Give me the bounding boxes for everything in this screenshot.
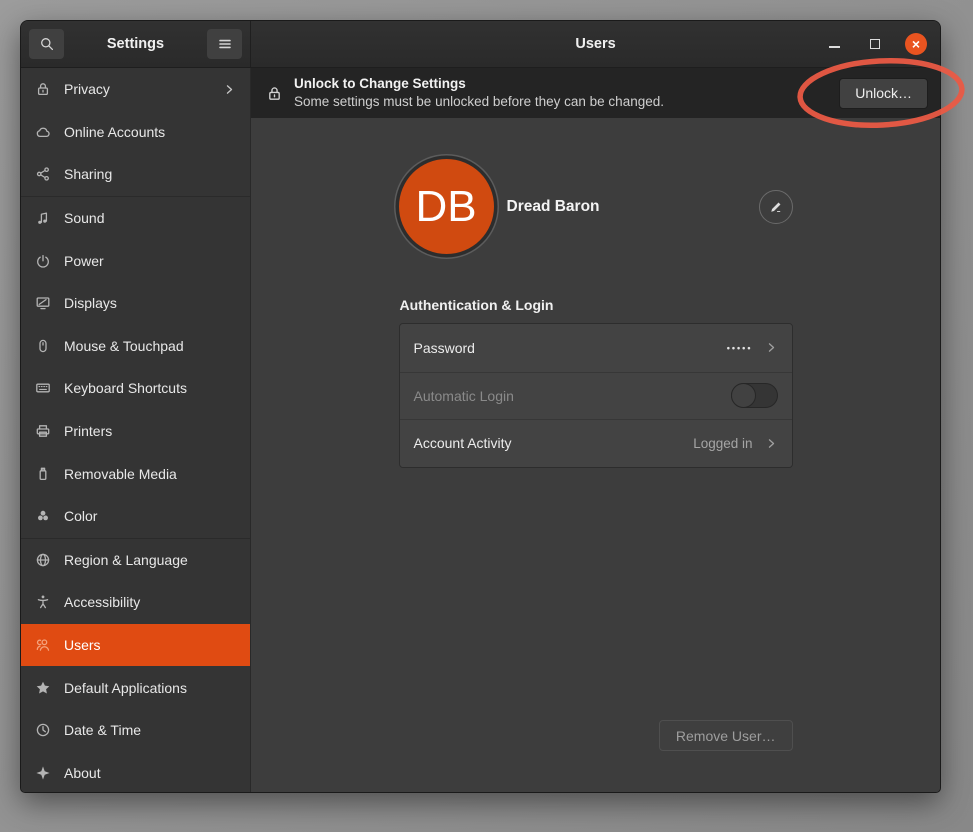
cloud-icon — [35, 124, 51, 140]
sidebar-item-label: Online Accounts — [64, 124, 236, 140]
window-controls: × — [823, 21, 927, 67]
sidebar-item-label: About — [64, 765, 236, 781]
section-heading: Authentication & Login — [400, 297, 793, 313]
main-header: Users × — [251, 21, 940, 67]
sidebar-item-label: Mouse & Touchpad — [64, 338, 236, 354]
sidebar: Privacy Online Accounts Sharing Sound Power D… — [21, 68, 251, 792]
chevron-right-icon — [765, 437, 778, 450]
app-title: Settings — [64, 36, 207, 52]
sidebar-item-removable-media[interactable]: Removable Media — [21, 452, 250, 495]
sidebar-item-accessibility[interactable]: Accessibility — [21, 581, 250, 624]
chevron-right-icon — [765, 341, 778, 354]
avatar-initials: DB — [415, 182, 476, 232]
sparkle-icon — [35, 765, 51, 781]
maximize-icon — [870, 39, 880, 49]
minimize-icon — [829, 46, 840, 48]
sidebar-item-date-time[interactable]: Date & Time — [21, 709, 250, 752]
minimize-button[interactable] — [823, 33, 845, 55]
titlebar: Settings Users × — [21, 21, 940, 68]
automatic-login-row[interactable]: Automatic Login — [400, 372, 792, 420]
row-label: Automatic Login — [414, 388, 731, 404]
sidebar-item-label: Displays — [64, 295, 236, 311]
banner-title: Unlock to Change Settings — [294, 75, 664, 93]
lock-icon — [35, 81, 51, 97]
row-value: ••••• — [727, 343, 753, 353]
user-page: DB Dread Baron Authentication & Login Pa… — [399, 118, 793, 792]
search-icon — [39, 36, 55, 52]
sidebar-item-privacy[interactable]: Privacy — [21, 68, 250, 111]
sidebar-item-sound[interactable]: Sound — [21, 197, 250, 240]
user-card: DB Dread Baron — [399, 159, 793, 254]
sidebar-item-label: Privacy — [64, 81, 210, 97]
menu-button[interactable] — [207, 29, 242, 59]
sidebar-item-default-applications[interactable]: Default Applications — [21, 666, 250, 709]
sidebar-item-label: Users — [64, 637, 236, 653]
lock-icon — [266, 85, 283, 102]
row-label: Password — [414, 340, 727, 356]
unlock-button[interactable]: Unlock… — [839, 78, 928, 109]
sidebar-item-color[interactable]: Color — [21, 495, 250, 538]
banner-subtitle: Some settings must be unlocked before th… — [294, 93, 664, 111]
sidebar-item-label: Default Applications — [64, 680, 236, 696]
account-activity-row[interactable]: Account ActivityLogged in — [400, 419, 792, 467]
sidebar-header: Settings — [21, 21, 251, 67]
sidebar-item-displays[interactable]: Displays — [21, 282, 250, 325]
sidebar-item-label: Sound — [64, 210, 236, 226]
users-panel: Unlock to Change Settings Some settings … — [251, 68, 940, 792]
display-icon — [35, 295, 51, 311]
star-icon — [35, 680, 51, 696]
sidebar-item-label: Printers — [64, 423, 236, 439]
usb-icon — [35, 466, 51, 482]
sidebar-item-label: Sharing — [64, 166, 236, 182]
unlock-banner: Unlock to Change Settings Some settings … — [251, 68, 940, 118]
sidebar-item-mouse-touchpad[interactable]: Mouse & Touchpad — [21, 325, 250, 368]
sidebar-item-online-accounts[interactable]: Online Accounts — [21, 111, 250, 154]
keyboard-icon — [35, 380, 51, 396]
sidebar-item-label: Power — [64, 253, 236, 269]
globe-icon — [35, 552, 51, 568]
sidebar-item-label: Keyboard Shortcuts — [64, 380, 236, 396]
chevron-right-icon — [223, 83, 236, 96]
row-value: Logged in — [693, 436, 752, 451]
sidebar-item-label: Date & Time — [64, 722, 236, 738]
clock-icon — [35, 722, 51, 738]
close-button[interactable]: × — [905, 33, 927, 55]
auth-listbox: Password••••• Automatic Login Account Acti… — [399, 323, 793, 468]
sidebar-item-label: Accessibility — [64, 594, 236, 610]
sidebar-item-label: Color — [64, 508, 236, 524]
close-icon: × — [912, 37, 920, 51]
sidebar-item-label: Removable Media — [64, 466, 236, 482]
remove-user-button[interactable]: Remove User… — [659, 720, 793, 751]
sidebar-item-sharing[interactable]: Sharing — [21, 153, 250, 196]
toggle-knob — [731, 383, 756, 408]
settings-window: Settings Users × Privacy Online Accounts S… — [20, 20, 941, 793]
automatic-login-toggle[interactable] — [731, 383, 778, 408]
password-row[interactable]: Password••••• — [400, 324, 792, 372]
mouse-icon — [35, 338, 51, 354]
pencil-icon — [769, 200, 783, 214]
page-title: Users — [575, 36, 615, 52]
avatar[interactable]: DB — [399, 159, 494, 254]
sidebar-item-label: Region & Language — [64, 552, 236, 568]
sidebar-item-about[interactable]: About — [21, 752, 250, 793]
sidebar-item-power[interactable]: Power — [21, 239, 250, 282]
accessibility-icon — [35, 594, 51, 610]
users-icon — [35, 637, 51, 653]
sidebar-item-keyboard-shortcuts[interactable]: Keyboard Shortcuts — [21, 367, 250, 410]
printer-icon — [35, 423, 51, 439]
sidebar-item-printers[interactable]: Printers — [21, 410, 250, 453]
sidebar-item-region-language[interactable]: Region & Language — [21, 539, 250, 582]
edit-name-button[interactable] — [759, 190, 793, 224]
sidebar-item-users[interactable]: Users — [21, 624, 250, 667]
music-icon — [35, 210, 51, 226]
maximize-button[interactable] — [864, 33, 886, 55]
user-fullname: Dread Baron — [507, 198, 600, 216]
desktop-background: Settings Users × Privacy Online Accounts S… — [0, 0, 973, 832]
row-label: Account Activity — [414, 435, 694, 451]
search-button[interactable] — [29, 29, 64, 59]
share-icon — [35, 166, 51, 182]
power-icon — [35, 253, 51, 269]
color-icon — [35, 508, 51, 524]
hamburger-icon — [217, 36, 233, 52]
